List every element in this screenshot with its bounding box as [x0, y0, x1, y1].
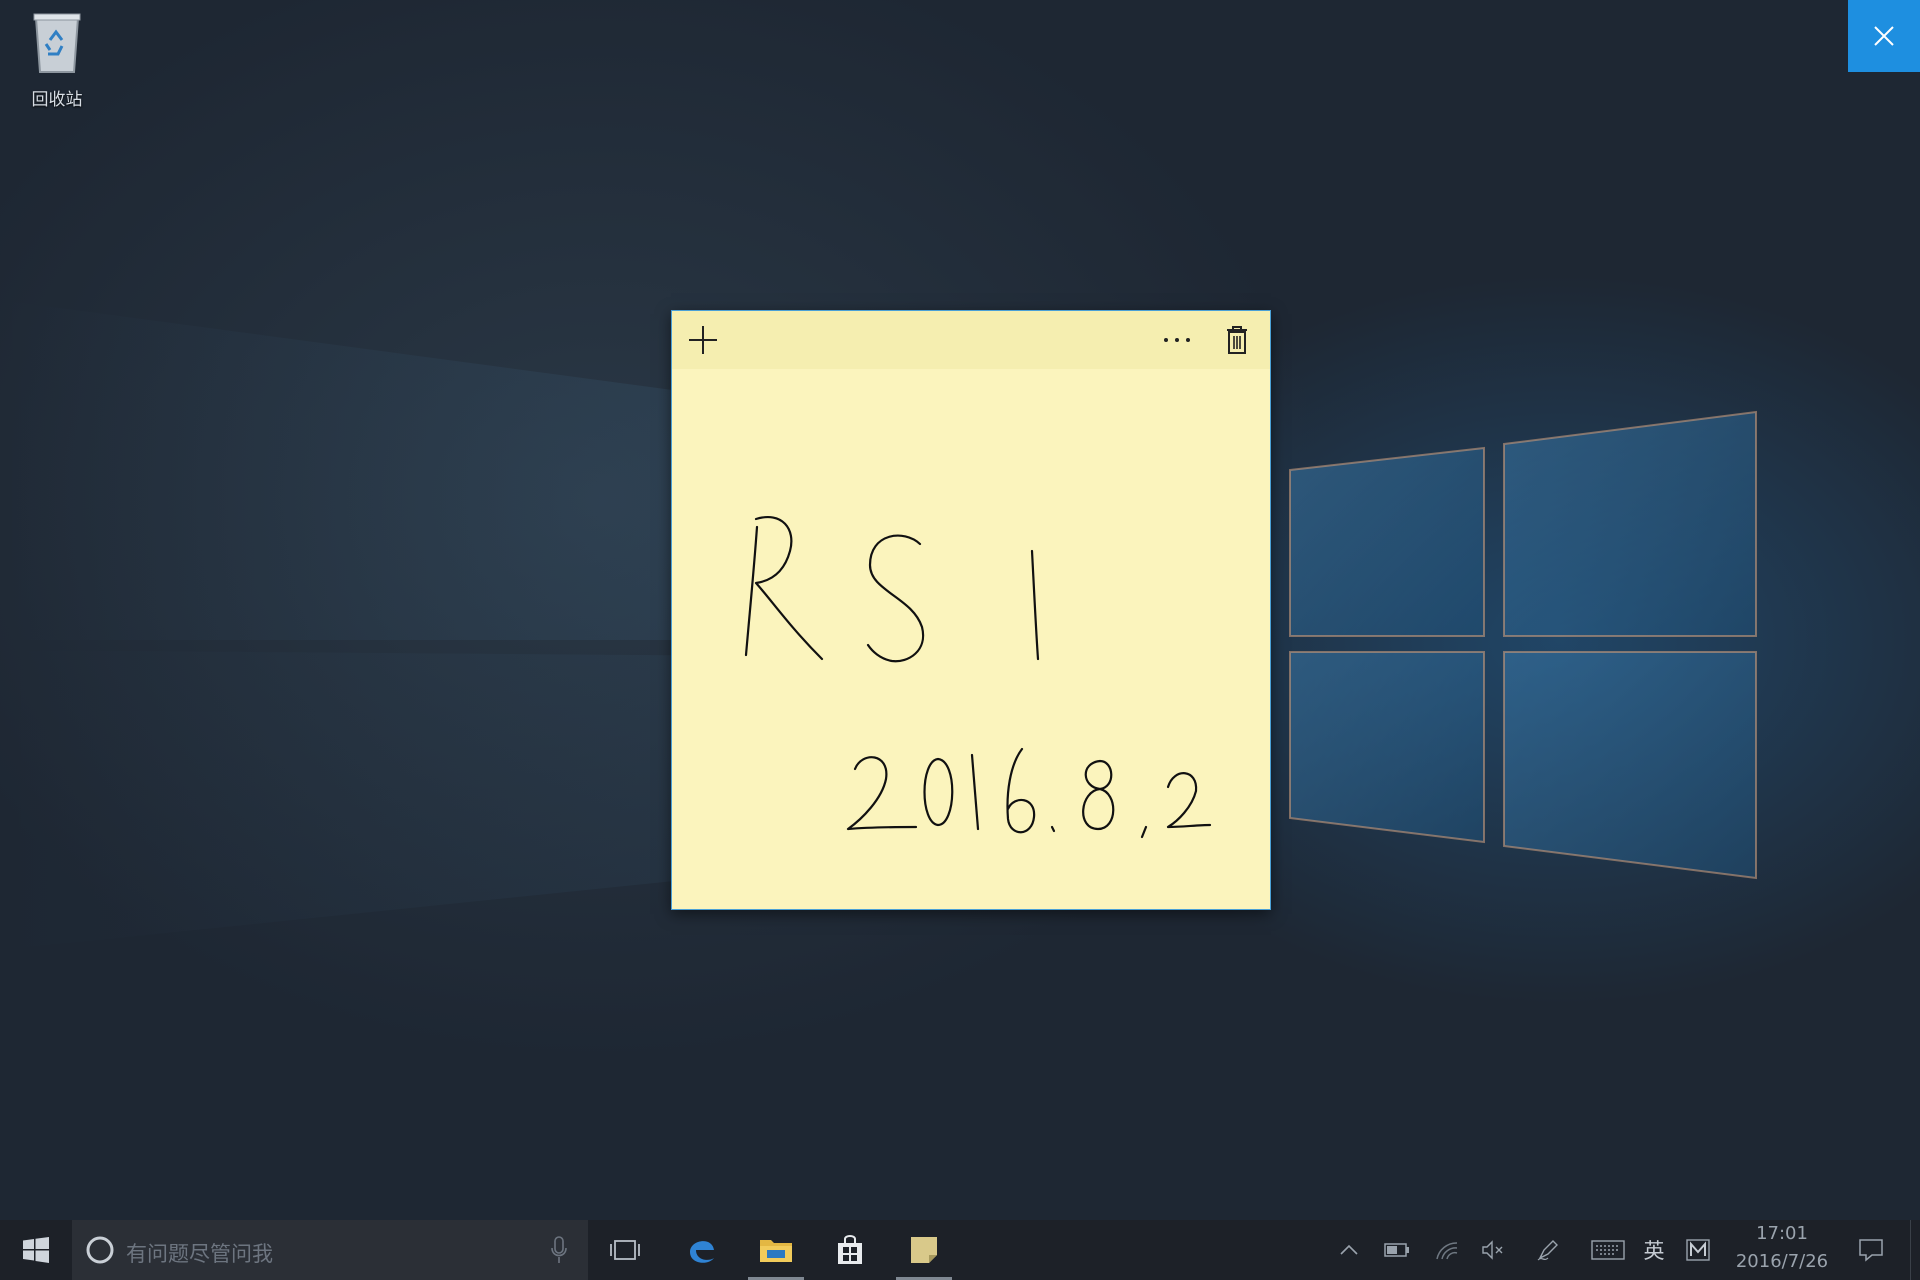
volume-button[interactable]: [1474, 1220, 1512, 1280]
keyboard-icon: [1591, 1240, 1625, 1260]
taskbar: 有问题尽管问我 英 17:01 2016/7/26: [0, 1220, 1920, 1280]
microphone-icon[interactable]: [550, 1236, 568, 1264]
edge-icon: [690, 1241, 714, 1263]
taskbar-app-file-explorer[interactable]: [744, 1220, 808, 1280]
store-icon: [838, 1235, 862, 1264]
touch-keyboard-button[interactable]: [1584, 1220, 1632, 1280]
start-button[interactable]: [0, 1220, 72, 1280]
wifi-icon: [1436, 1242, 1458, 1260]
task-view-button[interactable]: [596, 1220, 654, 1280]
plus-icon: [689, 326, 717, 354]
recycle-bin-icon: [33, 13, 81, 73]
volume-muted-icon: [1482, 1240, 1503, 1260]
more-icon: [1164, 338, 1190, 342]
taskbar-app-store[interactable]: [818, 1220, 882, 1280]
cortana-icon: [86, 1236, 114, 1264]
action-center-button[interactable]: [1848, 1220, 1894, 1280]
close-icon: [1874, 26, 1894, 46]
notification-icon: [1859, 1239, 1883, 1262]
clock-date: 2016/7/26: [1735, 1251, 1829, 1272]
pen-icon: [1537, 1240, 1558, 1261]
show-desktop-button[interactable]: [1910, 1220, 1920, 1280]
clock-time: 17:01: [1756, 1223, 1808, 1244]
taskbar-app-edge[interactable]: [670, 1220, 734, 1280]
ime-mode-button[interactable]: [1680, 1220, 1716, 1280]
taskbar-app-sticky-notes[interactable]: [892, 1220, 956, 1280]
sticky-notes-icon: [911, 1237, 937, 1263]
sticky-note[interactable]: [671, 310, 1271, 910]
folder-icon: [760, 1240, 792, 1262]
menu-button[interactable]: [1156, 319, 1198, 361]
recycle-bin-label: 回收站: [31, 90, 83, 110]
handwritten-ink[interactable]: [672, 369, 1270, 909]
ime-mode-icon: [1686, 1239, 1710, 1261]
new-note-button[interactable]: [682, 319, 724, 361]
task-view-icon: [610, 1240, 640, 1260]
system-clock[interactable]: 17:01 2016/7/26: [1722, 1220, 1842, 1280]
trash-icon: [1227, 326, 1247, 354]
battery-icon: [1384, 1243, 1409, 1257]
windows-start-icon: [23, 1237, 49, 1263]
sticky-note-header[interactable]: [672, 311, 1270, 369]
recycle-bin-shortcut[interactable]: 回收站: [14, 6, 100, 110]
close-button[interactable]: [1848, 0, 1920, 72]
search-placeholder: 有问题尽管问我: [126, 1242, 273, 1266]
ink-line-rsi: [744, 516, 1212, 839]
chevron-up-icon: [1340, 1244, 1358, 1255]
ime-language-button[interactable]: 英: [1636, 1220, 1672, 1280]
battery-button[interactable]: [1378, 1220, 1416, 1280]
windows-ink-button[interactable]: [1526, 1220, 1570, 1280]
delete-note-button[interactable]: [1216, 319, 1258, 361]
network-button[interactable]: [1428, 1220, 1466, 1280]
show-hidden-icons-button[interactable]: [1332, 1220, 1366, 1280]
cortana-search-box[interactable]: 有问题尽管问我: [72, 1220, 588, 1280]
